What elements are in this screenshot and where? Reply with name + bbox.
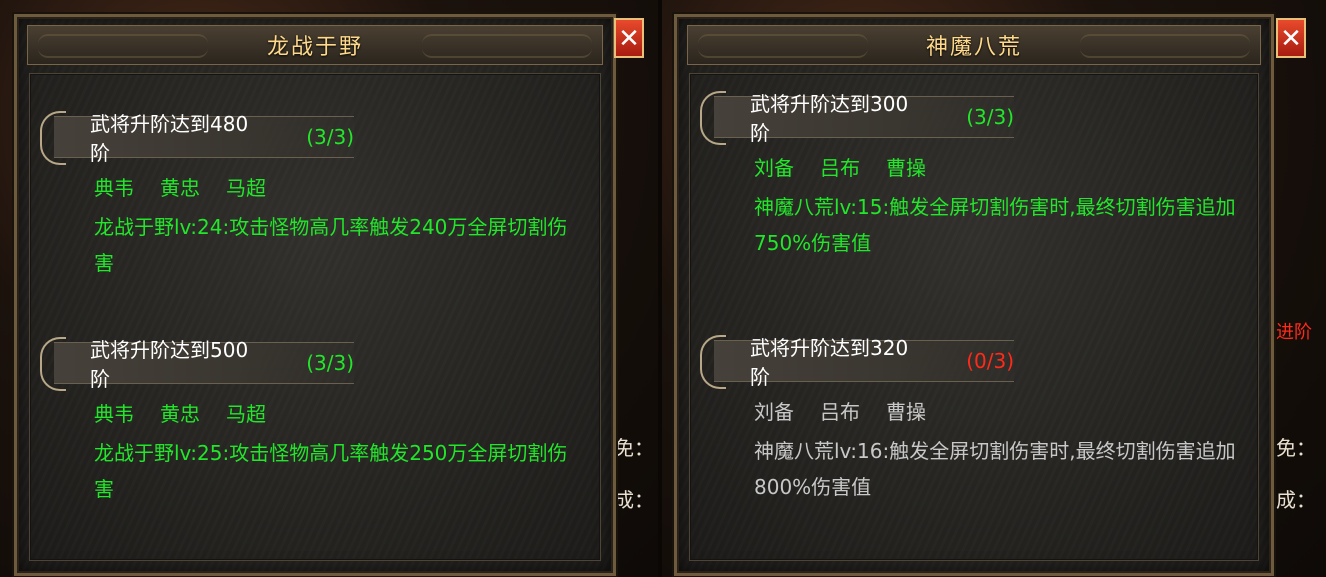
requirement-banner: 武将升阶达到300阶 (3/3)	[700, 91, 1014, 145]
hero-name: 马超	[226, 402, 266, 426]
title-ornament-right	[422, 34, 592, 58]
hero-name: 吕布	[820, 400, 860, 424]
title-ornament-left	[698, 34, 868, 58]
requirement-label: 武将升阶达到500阶	[90, 338, 249, 391]
hero-name: 刘备	[754, 156, 794, 180]
requirement-label: 武将升阶达到320阶	[750, 336, 909, 389]
hero-name: 黄忠	[160, 176, 200, 200]
hero-name: 吕布	[820, 156, 860, 180]
panel-titlebar: 神魔八荒	[687, 25, 1261, 65]
skill-level-section: 武将升阶达到320阶 (0/3) 刘备 吕布 曹操 神魔八荒lv:16:触发全屏…	[690, 335, 1258, 505]
skill-effect-text: 神魔八荒lv:16:触发全屏切割伤害时,最终切割伤害追加800%伤害值	[754, 439, 1236, 499]
hero-name: 曹操	[886, 156, 926, 180]
panel-content: 武将升阶达到300阶 (3/3) 刘备 吕布 曹操 神魔八荒lv:15:触发全屏…	[689, 73, 1259, 561]
requirement-label: 武将升阶达到300阶	[750, 92, 909, 145]
hero-list: 典韦 黄忠 马超	[94, 172, 600, 201]
close-button[interactable]: ✕	[614, 18, 644, 58]
hero-name: 马超	[226, 176, 266, 200]
skill-level-section: 武将升阶达到500阶 (3/3) 典韦 黄忠 马超 龙战于野lv:25:攻击怪物…	[30, 337, 600, 507]
panel-content: 武将升阶达到480阶 (3/3) 典韦 黄忠 马超 龙战于野lv:24:攻击怪物…	[29, 73, 601, 561]
hero-name: 典韦	[94, 402, 134, 426]
background-stat-label: 成：	[614, 488, 654, 512]
banner-hook-ornament	[700, 91, 726, 145]
left-screenshot: 免： 成： 龙战于野 武将升阶达到480阶 (3/3) 典韦 黄忠 马超 龙战于…	[0, 0, 658, 577]
panel-titlebar: 龙战于野	[27, 25, 603, 65]
banner-hook-ornament	[40, 337, 66, 391]
background-stat-label: 免：	[1276, 436, 1316, 460]
hero-list: 刘备 吕布 曹操	[754, 396, 1258, 425]
progress-count: (3/3)	[306, 125, 354, 149]
combo-skill-panel: 神魔八荒 武将升阶达到300阶 (3/3) 刘备 吕布 曹操 神魔八荒lv:15…	[674, 14, 1274, 576]
progress-count: (3/3)	[966, 105, 1014, 129]
skill-level-section: 武将升阶达到480阶 (3/3) 典韦 黄忠 马超 龙战于野lv:24:攻击怪物…	[30, 111, 600, 281]
background-stat-label: 成：	[1276, 488, 1316, 512]
hero-name: 刘备	[754, 400, 794, 424]
title-ornament-right	[1080, 34, 1250, 58]
requirement-banner: 武将升阶达到480阶 (3/3)	[40, 111, 354, 165]
close-button[interactable]: ✕	[1276, 18, 1306, 58]
hero-name: 黄忠	[160, 402, 200, 426]
hero-name: 曹操	[886, 400, 926, 424]
progress-count: (3/3)	[306, 351, 354, 375]
background-tab-label: 进阶	[1276, 322, 1312, 343]
skill-level-section: 武将升阶达到300阶 (3/3) 刘备 吕布 曹操 神魔八荒lv:15:触发全屏…	[690, 91, 1258, 261]
hero-list: 刘备 吕布 曹操	[754, 152, 1258, 181]
title-ornament-left	[38, 34, 208, 58]
hero-list: 典韦 黄忠 马超	[94, 398, 600, 427]
skill-effect-text: 龙战于野lv:24:攻击怪物高几率触发240万全屏切割伤害	[94, 215, 568, 275]
skill-effect-text: 神魔八荒lv:15:触发全屏切割伤害时,最终切割伤害追加750%伤害值	[754, 195, 1236, 255]
banner-hook-ornament	[700, 335, 726, 389]
banner-hook-ornament	[40, 111, 66, 165]
panel-title: 神魔八荒	[925, 35, 1022, 60]
hero-name: 典韦	[94, 176, 134, 200]
panel-title: 龙战于野	[266, 35, 363, 60]
skill-effect-text: 龙战于野lv:25:攻击怪物高几率触发250万全屏切割伤害	[94, 441, 568, 501]
combo-skill-panel: 龙战于野 武将升阶达到480阶 (3/3) 典韦 黄忠 马超 龙战于野lv:24…	[14, 14, 616, 576]
background-stat-label: 免：	[614, 436, 654, 460]
requirement-banner: 武将升阶达到320阶 (0/3)	[700, 335, 1014, 389]
progress-count: (0/3)	[966, 349, 1014, 373]
requirement-banner: 武将升阶达到500阶 (3/3)	[40, 337, 354, 391]
requirement-label: 武将升阶达到480阶	[90, 112, 249, 165]
right-screenshot: 进阶 免： 成： 神魔八荒 武将升阶达到300阶 (3/3) 刘备 吕布 曹操 …	[662, 0, 1326, 577]
